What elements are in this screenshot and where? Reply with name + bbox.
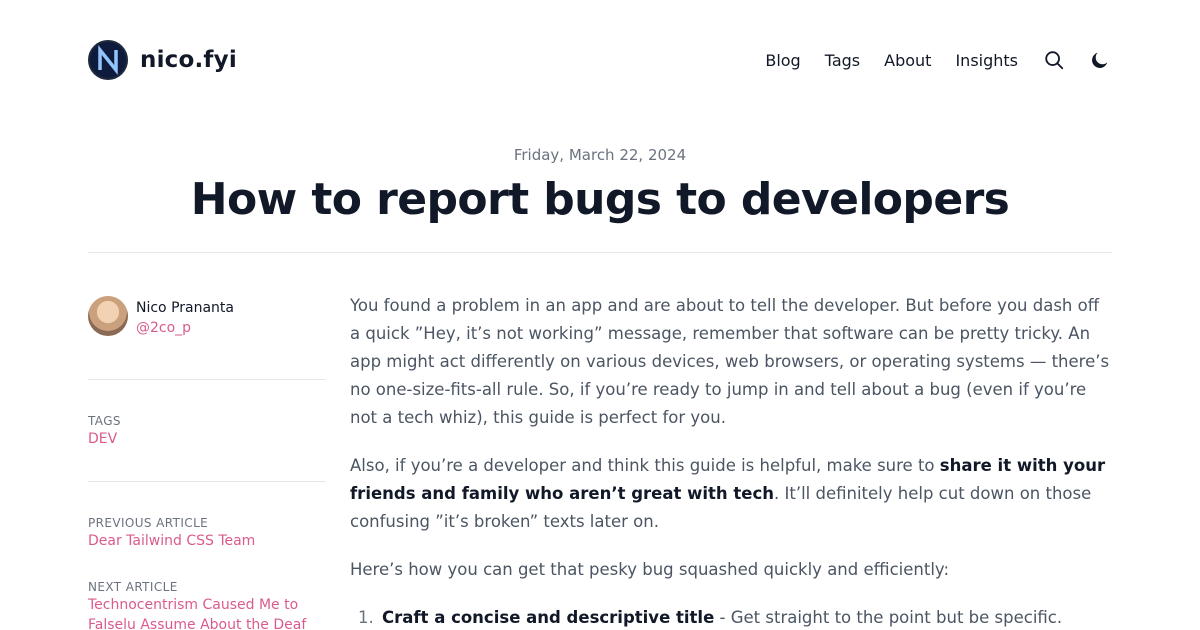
previous-article-label: PREVIOUS ARTICLE (88, 516, 209, 530)
paragraph-intro: You found a problem in an app and are ab… (350, 296, 1110, 427)
site-header: nico.fyi Blog Tags About Insights (88, 40, 1112, 80)
tags-section: TAGS DEV (88, 413, 326, 449)
author-meta: Nico Prananta @2co_p (136, 298, 234, 338)
title-divider (88, 252, 1112, 253)
logo-n-icon (98, 45, 118, 75)
theme-toggle-button[interactable] (1088, 48, 1112, 72)
previous-article-section: PREVIOUS ARTICLE Dear Tailwind CSS Team (88, 515, 326, 551)
next-article-label: NEXT ARTICLE (88, 580, 178, 594)
site-logo (88, 40, 128, 80)
post-sidebar: Nico Prananta @2co_p TAGS DEV PREVIOUS A… (88, 296, 326, 630)
tags-label: TAGS (88, 414, 121, 428)
moon-icon (1092, 52, 1108, 68)
steps-list: 1. Craft a concise and descriptive title… (350, 604, 1112, 630)
nav-about[interactable]: About (884, 51, 931, 70)
author-block: Nico Prananta @2co_p (88, 296, 326, 338)
list-number: 1. (358, 608, 374, 627)
nav-tags[interactable]: Tags (825, 51, 860, 70)
main-nav: Blog Tags About Insights (765, 48, 1112, 72)
paragraph-share: Also, if you’re a developer and think th… (350, 452, 1112, 536)
avatar (88, 296, 128, 336)
previous-article-link[interactable]: Dear Tailwind CSS Team (88, 531, 326, 551)
search-icon (1045, 51, 1064, 70)
post-title: How to report bugs to developers (190, 174, 1010, 225)
nav-blog[interactable]: Blog (765, 51, 800, 70)
search-button[interactable] (1042, 48, 1066, 72)
paragraph-share-start: Also, if you’re a developer and think th… (350, 456, 940, 475)
nav-insights[interactable]: Insights (955, 51, 1018, 70)
list-item: 1. Craft a concise and descriptive title… (350, 604, 1112, 630)
sidebar-divider (88, 379, 326, 380)
tag-link-dev[interactable]: DEV (88, 429, 326, 449)
next-article-section: NEXT ARTICLE Technocentrism Caused Me to… (88, 579, 326, 630)
paragraph-howto: Here’s how you can get that pesky bug sq… (350, 560, 950, 579)
post-date: Friday, March 22, 2024 (513, 146, 687, 164)
author-name: Nico Prananta (136, 300, 234, 316)
sidebar-divider (88, 481, 326, 482)
site-name: nico.fyi (140, 47, 237, 73)
list-item-bold: Craft a concise and descriptive title (382, 608, 715, 627)
post-content: You found a problem in an app and are ab… (350, 292, 1112, 630)
next-article-link[interactable]: Technocentrism Caused Me to Falselu Assu… (88, 595, 326, 630)
author-handle-link[interactable]: @2co_p (136, 318, 234, 338)
brand-home-link[interactable]: nico.fyi (88, 40, 237, 80)
